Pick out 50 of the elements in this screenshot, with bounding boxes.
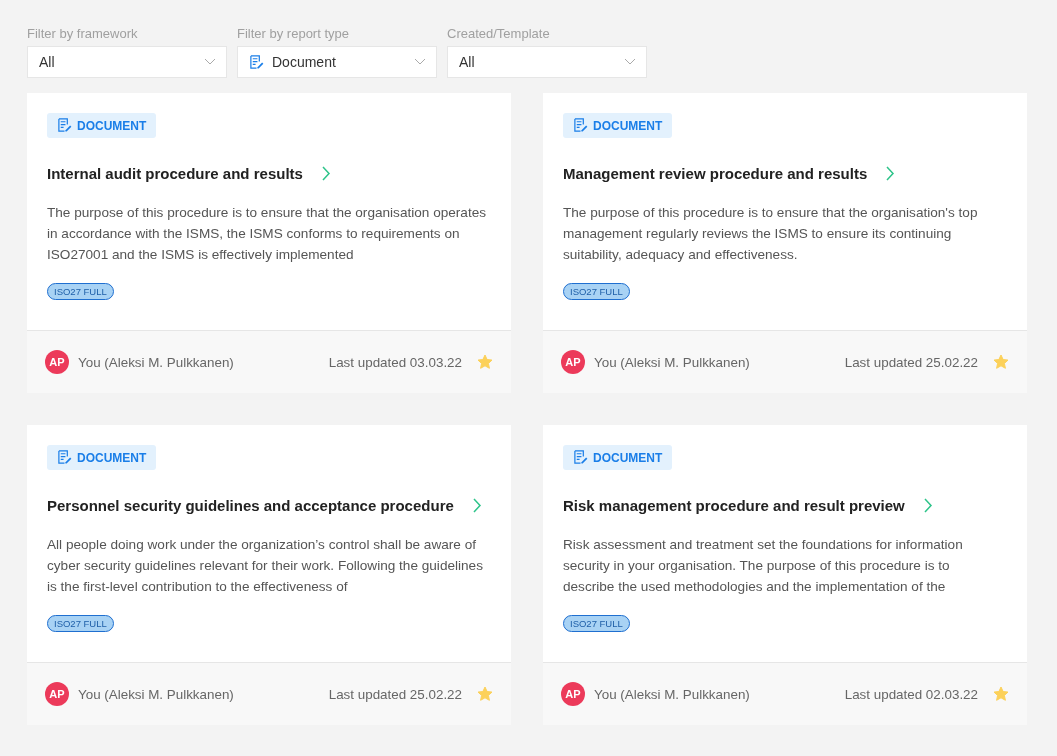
badge-label: DOCUMENT xyxy=(77,118,147,133)
dropdown[interactable]: All xyxy=(27,46,227,78)
card-title[interactable]: Internal audit procedure and results xyxy=(47,165,303,182)
author-name: You (Aleksi M. Pulkkanen) xyxy=(78,354,235,370)
framework-tag: ISO27 FULL xyxy=(563,283,630,300)
last-updated: Last updated 25.02.22 xyxy=(328,686,462,702)
dropdown[interactable]: Document xyxy=(237,46,437,78)
caret-icon xyxy=(414,58,426,66)
filter-label: Filter by report type xyxy=(237,26,350,41)
chevron-right-icon xyxy=(885,166,896,181)
star-icon[interactable] xyxy=(477,354,493,370)
card-title[interactable]: Risk management procedure and result preview xyxy=(563,497,905,514)
framework-tag: ISO27 FULL xyxy=(47,283,114,300)
avatar: AP xyxy=(45,682,69,706)
author-name: You (Aleksi M. Pulkkanen) xyxy=(78,686,235,702)
card-title[interactable]: Personnel security guidelines and acceptance procedure xyxy=(47,497,454,514)
framework-tag: ISO27 FULL xyxy=(47,615,114,632)
document-icon xyxy=(249,54,264,70)
dropdown[interactable]: All xyxy=(447,46,647,78)
chevron-right-icon xyxy=(471,498,482,513)
badge-label: DOCUMENT xyxy=(593,118,663,133)
chevron-right-icon xyxy=(922,498,933,513)
framework-tag: ISO27 FULL xyxy=(563,615,630,632)
badge-label: DOCUMENT xyxy=(593,450,663,465)
caret-icon xyxy=(204,58,216,66)
avatar: AP xyxy=(561,350,585,374)
author-name: You (Aleksi M. Pulkkanen) xyxy=(594,686,751,702)
filter-label: Created/Template xyxy=(447,26,551,41)
card-description: Risk assessment and treatment set the foundations for information security in your organisation. The purpose of this procedure is to describe the used methodologies and the implementation of the xyxy=(563,536,964,596)
star-icon[interactable] xyxy=(993,354,1009,370)
card-description: All people doing work under the organization’s control shall be aware of cyber security guidelines relevant for their work. Following the guidelines is the first-level contribution to the effectiveness of xyxy=(47,536,484,596)
star-icon[interactable] xyxy=(477,686,493,702)
last-updated: Last updated 02.03.22 xyxy=(844,686,978,702)
avatar: AP xyxy=(45,350,69,374)
card-description: The purpose of this procedure is to ensure that the organisation operates in accordance with the ISMS, the ISMS conforms to requirements on ISO27001 and the ISMS is effectively implemented xyxy=(47,204,487,264)
chevron-right-icon xyxy=(320,166,331,181)
document-icon xyxy=(57,118,72,133)
avatar: AP xyxy=(561,682,585,706)
caret-icon xyxy=(624,58,636,66)
document-icon xyxy=(57,450,72,465)
card-title[interactable]: Management review procedure and results xyxy=(563,165,868,182)
star-icon[interactable] xyxy=(993,686,1009,702)
last-updated: Last updated 03.03.22 xyxy=(328,354,462,370)
card-description: The purpose of this procedure is to ensure that the organisation's top management regularly reviews the ISMS to ensure its continuing suitability, adequacy and effectiveness. xyxy=(563,204,979,264)
last-updated: Last updated 25.02.22 xyxy=(844,354,978,370)
document-icon xyxy=(573,118,588,133)
author-name: You (Aleksi M. Pulkkanen) xyxy=(594,354,751,370)
badge-label: DOCUMENT xyxy=(77,450,147,465)
document-icon xyxy=(573,450,588,465)
filter-label: Filter by framework xyxy=(27,26,139,41)
